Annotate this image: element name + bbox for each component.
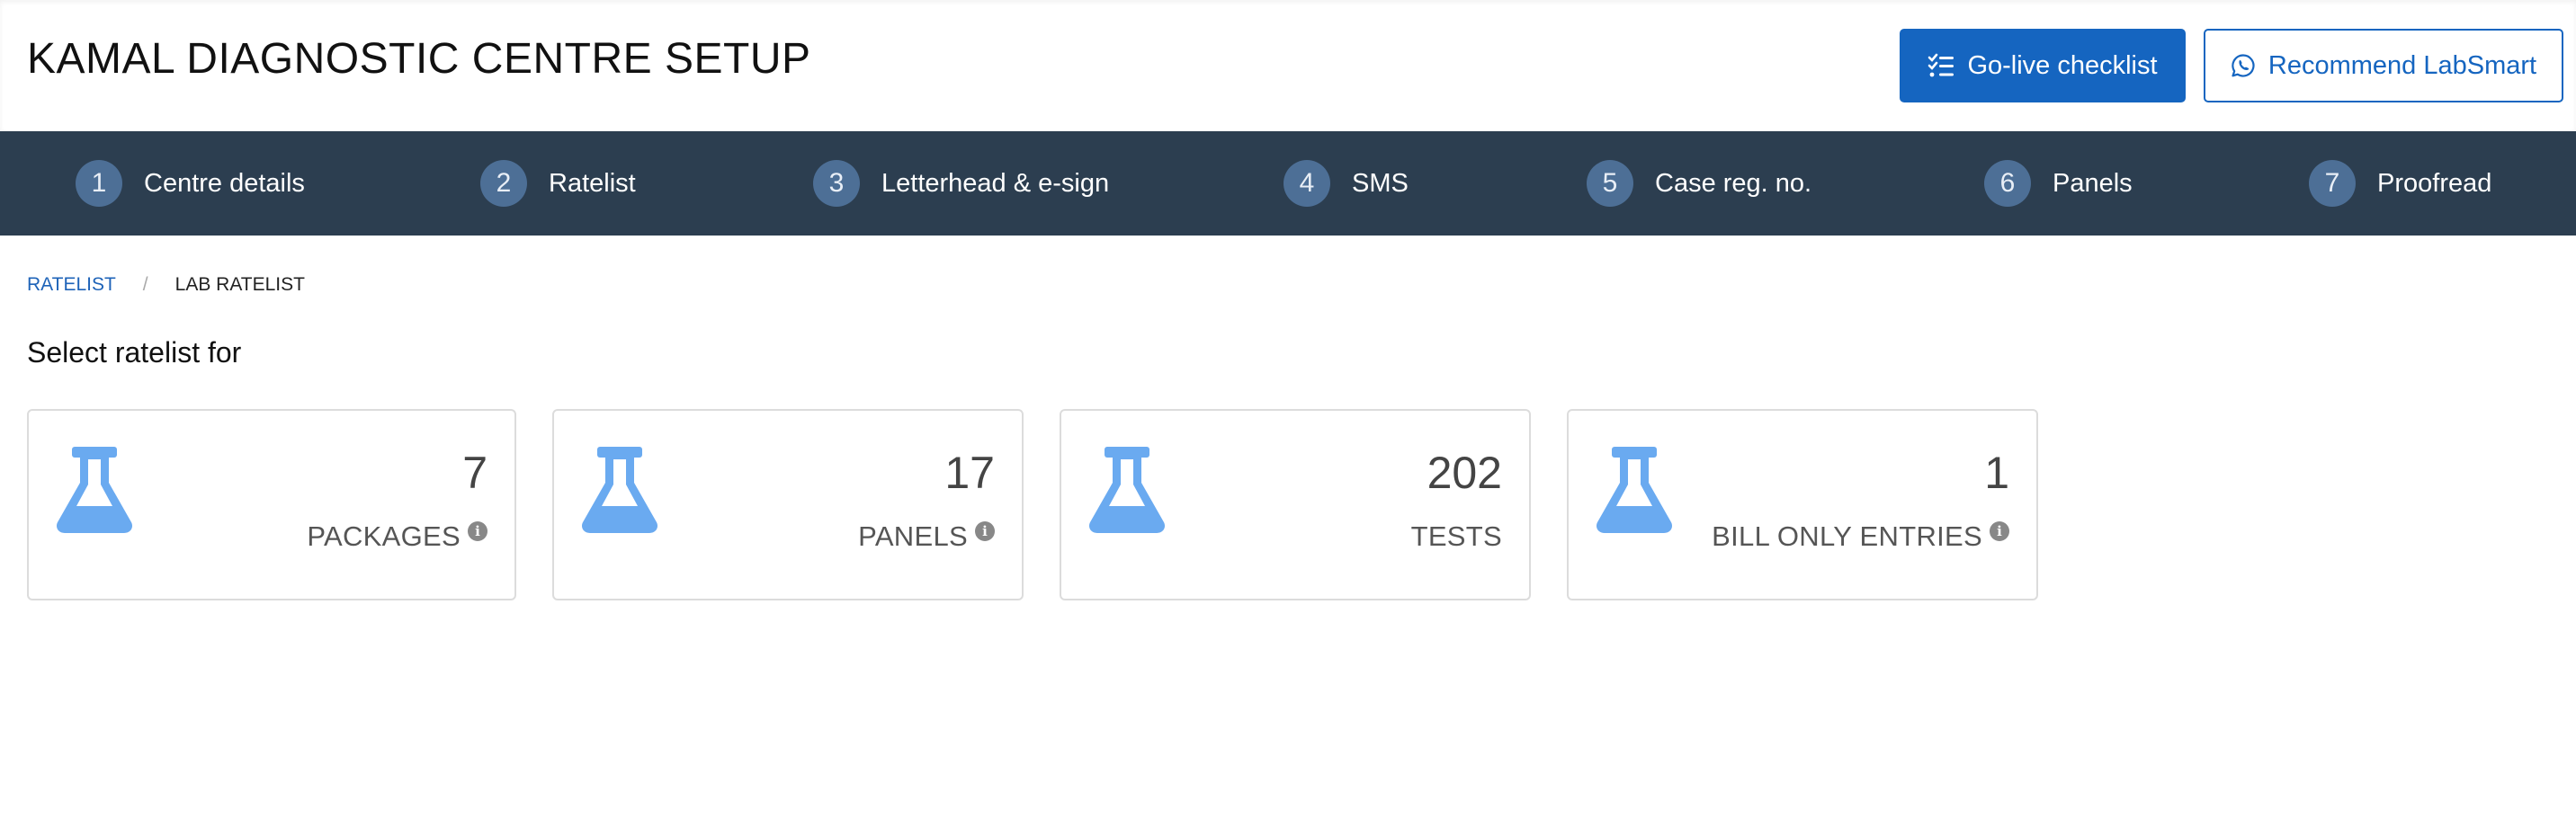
flask-icon	[1596, 447, 1673, 538]
go-live-checklist-label: Go-live checklist	[1967, 50, 2158, 80]
breadcrumb-separator: /	[142, 274, 148, 295]
step-label: SMS	[1352, 168, 1409, 198]
card-label: PANELS	[858, 520, 968, 552]
step-letterhead-esign[interactable]: 3 Letterhead & e-sign	[813, 158, 1109, 209]
tests-card[interactable]: 202 TESTS	[1060, 409, 1531, 600]
step-case-reg-no[interactable]: 5 Case reg. no.	[1587, 158, 1811, 209]
flask-icon	[56, 447, 133, 538]
step-panels[interactable]: 6 Panels	[1984, 158, 2133, 209]
packages-card[interactable]: 7 PACKAGES i	[27, 409, 516, 600]
panels-card[interactable]: 17 PANELS i	[552, 409, 1024, 600]
top-header: KAMAL DIAGNOSTIC CENTRE SETUP Go-live ch…	[0, 0, 2576, 131]
step-number: 6	[1984, 160, 2031, 207]
flask-icon	[581, 447, 658, 538]
info-icon[interactable]: i	[468, 521, 487, 541]
step-proofread[interactable]: 7 Proofread	[2309, 158, 2491, 209]
card-count: 17	[944, 448, 995, 498]
step-number: 1	[76, 160, 122, 207]
step-number: 2	[480, 160, 527, 207]
card-label-row: PACKAGES i	[307, 520, 487, 553]
step-centre-details[interactable]: 1 Centre details	[76, 158, 305, 209]
flask-icon	[1088, 447, 1166, 538]
step-label: Ratelist	[549, 168, 636, 198]
setup-steps-bar: 1 Centre details 2 Ratelist 3 Letterhead…	[0, 131, 2576, 236]
breadcrumb-current: LAB RATELIST	[174, 274, 305, 295]
step-label: Letterhead & e-sign	[881, 168, 1110, 198]
card-label-row: BILL ONLY ENTRIES i	[1712, 520, 2009, 553]
whatsapp-icon	[2231, 53, 2256, 78]
bill-only-entries-card[interactable]: 1 BILL ONLY ENTRIES i	[1567, 409, 2038, 600]
step-number: 4	[1284, 160, 1330, 207]
card-count: 1	[1984, 448, 2009, 498]
step-number: 3	[813, 160, 860, 207]
card-label: PACKAGES	[307, 520, 461, 552]
card-label: TESTS	[1410, 520, 1502, 552]
step-sms[interactable]: 4 SMS	[1284, 158, 1409, 209]
card-label-row: TESTS	[1411, 520, 1502, 553]
card-count: 202	[1427, 448, 1502, 498]
step-label: Case reg. no.	[1655, 168, 1812, 198]
step-number: 7	[2309, 160, 2356, 207]
section-title: Select ratelist for	[27, 336, 242, 369]
breadcrumb: RATELIST / LAB RATELIST	[27, 274, 305, 296]
card-count: 7	[462, 448, 487, 498]
info-icon[interactable]: i	[975, 521, 995, 541]
card-label: BILL ONLY ENTRIES	[1712, 520, 1982, 552]
step-ratelist[interactable]: 2 Ratelist	[480, 158, 636, 209]
card-label-row: PANELS i	[858, 520, 995, 553]
step-label: Centre details	[144, 168, 305, 198]
checklist-icon	[1928, 53, 1954, 78]
step-number: 5	[1587, 160, 1633, 207]
breadcrumb-ratelist-link[interactable]: RATELIST	[27, 274, 116, 296]
recommend-labsmart-button[interactable]: Recommend LabSmart	[2204, 29, 2563, 102]
recommend-labsmart-label: Recommend LabSmart	[2267, 50, 2537, 80]
go-live-checklist-button[interactable]: Go-live checklist	[1900, 29, 2186, 102]
page-title: KAMAL DIAGNOSTIC CENTRE SETUP	[27, 35, 811, 83]
step-label: Panels	[2053, 168, 2133, 198]
info-icon[interactable]: i	[1990, 521, 2009, 541]
step-label: Proofread	[2377, 168, 2492, 198]
